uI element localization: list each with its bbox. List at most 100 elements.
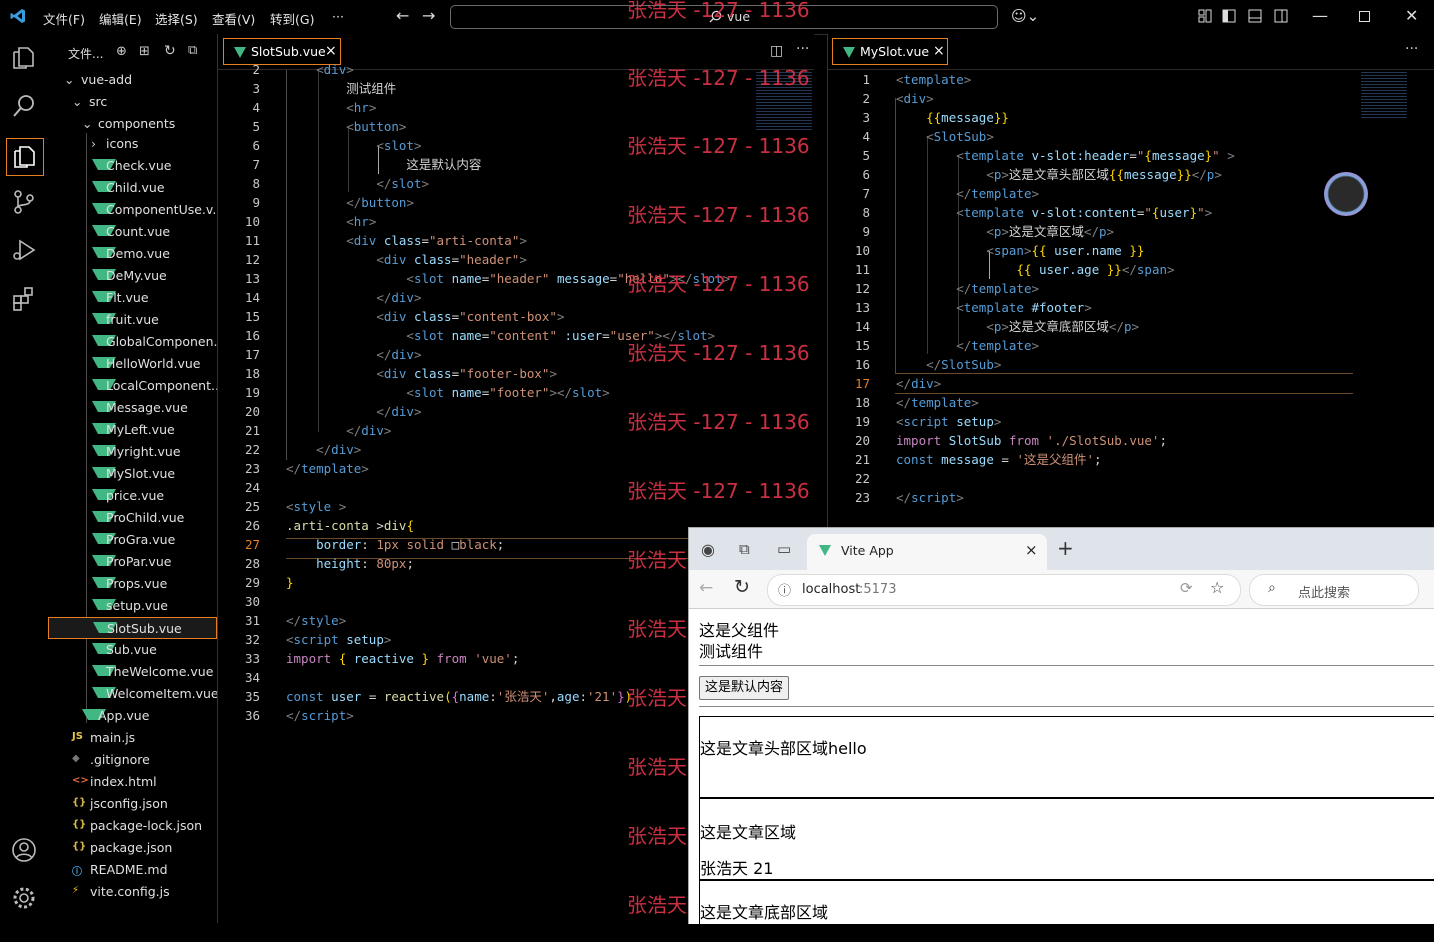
- search-view-icon[interactable]: [10, 92, 38, 120]
- tree-root-file-7[interactable]: ⓘ README.md: [48, 859, 217, 881]
- tree-file-4[interactable]: Demo.vue: [48, 243, 217, 265]
- tree-file-0[interactable]: Check.vue: [48, 155, 217, 177]
- close-tab-icon[interactable]: ×: [933, 43, 945, 59]
- tree-root-file-3[interactable]: <> index.html: [48, 771, 217, 793]
- more-actions-icon[interactable]: ···: [1405, 41, 1418, 57]
- split-editor-icon[interactable]: ◫: [770, 43, 783, 59]
- menu-file[interactable]: 文件(F): [43, 9, 85, 28]
- tree-file-14[interactable]: MySlot.vue: [48, 463, 217, 485]
- account-icon[interactable]: [10, 836, 38, 864]
- menu-selection[interactable]: 选择(S): [155, 9, 198, 28]
- tab-myslot[interactable]: MySlot.vue ×: [832, 38, 948, 65]
- run-debug-icon[interactable]: [10, 236, 38, 264]
- tree-file-11[interactable]: Message.vue: [48, 397, 217, 419]
- tree-file-16[interactable]: ProChild.vue: [48, 507, 217, 529]
- tree-file-12[interactable]: MyLeft.vue: [48, 419, 217, 441]
- tree-file-23[interactable]: TheWelcome.vue: [48, 661, 217, 683]
- customize-layout-icon[interactable]: [1198, 9, 1212, 23]
- tab-actions-icon[interactable]: ▭: [777, 540, 791, 558]
- tree-root-file-2[interactable]: ◆ .gitignore: [48, 749, 217, 771]
- menu-view[interactable]: 查看(V): [212, 9, 255, 28]
- extensions-icon[interactable]: [10, 284, 38, 312]
- new-file-icon[interactable]: ⊕: [116, 44, 127, 59]
- collapse-all-icon[interactable]: ⧉: [188, 43, 197, 58]
- explorer-files-icon[interactable]: [10, 44, 38, 72]
- tree-root-file-4[interactable]: {} jsconfig.json: [48, 793, 217, 815]
- back-arrow-icon[interactable]: ←: [396, 6, 409, 25]
- toggle-sidebar-icon[interactable]: [1222, 9, 1236, 23]
- toggle-panel-icon[interactable]: [1248, 9, 1262, 23]
- line-number: 29: [244, 575, 260, 590]
- menu-edit[interactable]: 编辑(E): [99, 9, 142, 28]
- right-editor[interactable]: 1 2 3 4 5 6 7 8 9 10 11 12 13 14 15 16 17 18 19 20 21 22 23 <t…: [827, 70, 1434, 527]
- reload-icon[interactable]: ↻: [734, 576, 750, 598]
- default-slot-button[interactable]: 这是默认内容: [699, 676, 790, 700]
- minimize-icon[interactable]: —: [1312, 6, 1328, 25]
- watermark-text: 张浩天 -127 - 1136: [627, 203, 810, 227]
- minimap[interactable]: [1361, 72, 1407, 120]
- browser-search-input[interactable]: ⌕ 点此搜索: [1249, 574, 1419, 606]
- tree-file-13[interactable]: Myright.vue: [48, 441, 217, 463]
- tree-file-19[interactable]: Props.vue: [48, 573, 217, 595]
- new-folder-icon[interactable]: ⊞: [139, 44, 150, 59]
- source-control-icon[interactable]: [10, 188, 38, 216]
- toggle-secondary-sidebar-icon[interactable]: [1274, 9, 1288, 23]
- profile-icon[interactable]: ◉: [701, 540, 715, 559]
- site-info-icon[interactable]: ⓘ: [778, 580, 791, 599]
- close-tab-icon[interactable]: ×: [325, 43, 337, 59]
- new-tab-icon[interactable]: +: [1057, 536, 1074, 560]
- workspaces-icon[interactable]: ⧉: [739, 540, 750, 558]
- menu-go[interactable]: 转到(G): [270, 9, 314, 28]
- tree-folder-components[interactable]: ⌄ components: [48, 113, 217, 135]
- more-actions-icon[interactable]: ···: [796, 41, 809, 57]
- menu-more[interactable]: ···: [332, 9, 344, 24]
- line-number: 22: [244, 442, 260, 457]
- line-number: 33: [244, 651, 260, 666]
- translate-icon[interactable]: ⟳: [1180, 579, 1193, 597]
- tree-file-2[interactable]: ComponentUse.v...: [48, 199, 217, 221]
- tree-file-18[interactable]: ProPar.vue: [48, 551, 217, 573]
- tree-file-21[interactable]: SlotSub.vue: [48, 617, 217, 639]
- folder-label: src: [89, 94, 108, 109]
- favorite-star-icon[interactable]: ☆: [1210, 578, 1224, 597]
- line-number: 12: [854, 281, 870, 296]
- tree-folder-src[interactable]: ⌄ src: [48, 91, 217, 113]
- close-window-icon[interactable]: ✕: [1405, 6, 1418, 25]
- tree-folder-icons[interactable]: › icons: [48, 133, 217, 155]
- tree-folder-root[interactable]: ⌄ vue-add: [48, 69, 217, 91]
- tree-file-10[interactable]: LocalComponent...: [48, 375, 217, 397]
- tree-root-file-6[interactable]: {} package.json: [48, 837, 217, 859]
- refresh-icon[interactable]: ↻: [164, 43, 176, 59]
- file-label: ProPar.vue: [106, 554, 172, 569]
- watermark-text: 张浩天 -127 - 1136: [627, 0, 810, 22]
- tree-file-3[interactable]: Count.vue: [48, 221, 217, 243]
- tree-root-file-8[interactable]: ⚡ vite.config.js: [48, 881, 217, 903]
- tree-file-24[interactable]: WelcomeItem.vue: [48, 683, 217, 705]
- file-type-icon: ◆: [72, 753, 80, 764]
- forward-arrow-icon[interactable]: →: [422, 6, 435, 25]
- line-number: 19: [244, 385, 260, 400]
- settings-gear-icon[interactable]: [10, 884, 38, 912]
- tree-file-8[interactable]: GlobalComponen...: [48, 331, 217, 353]
- tree-root-file-0[interactable]: App.vue: [48, 705, 217, 727]
- close-tab-icon[interactable]: ×: [1025, 541, 1038, 559]
- copilot-icon[interactable]: ☺⌄: [1011, 7, 1039, 25]
- maximize-icon[interactable]: [1359, 11, 1370, 22]
- tree-file-9[interactable]: HelloWorld.vue: [48, 353, 217, 375]
- tree-file-15[interactable]: price.vue: [48, 485, 217, 507]
- tree-file-5[interactable]: DeMy.vue: [48, 265, 217, 287]
- assistant-floating-icon[interactable]: [1324, 172, 1368, 216]
- explorer-active-icon[interactable]: [6, 138, 44, 176]
- tree-file-1[interactable]: Child.vue: [48, 177, 217, 199]
- tree-file-7[interactable]: fruit.vue: [48, 309, 217, 331]
- current-line-highlight: [895, 373, 1353, 394]
- tree-file-22[interactable]: Sub.vue: [48, 639, 217, 661]
- address-bar[interactable]: ⓘ localhost :5173 ⟳ ☆: [767, 574, 1241, 606]
- browser-tab[interactable]: Vite App ×: [807, 534, 1047, 570]
- tree-root-file-5[interactable]: {} package-lock.json: [48, 815, 217, 837]
- tree-root-file-1[interactable]: JS main.js: [48, 727, 217, 749]
- tree-file-17[interactable]: ProGra.vue: [48, 529, 217, 551]
- tree-file-20[interactable]: setup.vue: [48, 595, 217, 617]
- tree-file-6[interactable]: Flt.vue: [48, 287, 217, 309]
- back-icon[interactable]: ←: [699, 578, 713, 598]
